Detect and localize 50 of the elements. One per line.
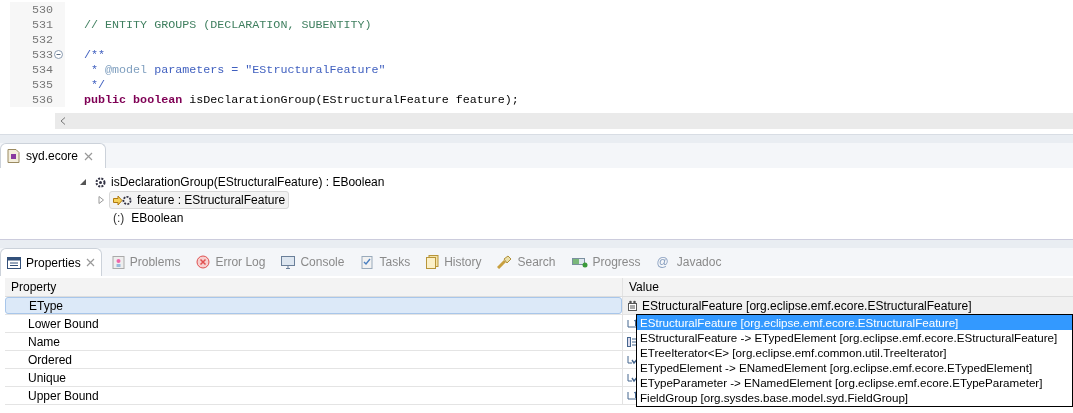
collapsed-arrow-icon[interactable]	[97, 196, 105, 204]
collapse-icon[interactable]	[53, 50, 63, 59]
property-name: EType	[29, 298, 64, 313]
code-line: public boolean isDeclarationGroup(EStructuralFeature feature);	[84, 92, 519, 107]
dropdown-option[interactable]: FieldGroup [org.sysdes.base.model.syd.FieldGroup]	[637, 390, 1072, 405]
tree-item[interactable]: feature : EStructuralFeature	[109, 191, 290, 209]
line-number: 536	[31, 92, 53, 107]
property-name: Upper Bound	[28, 388, 99, 403]
dropdown-option[interactable]: EStructuralFeature -> ETypedElement [org.eclipse.emf.ecore.EStructuralFeature]	[637, 330, 1072, 345]
scroll-left-icon[interactable]	[60, 117, 66, 125]
property-name: Ordered	[28, 352, 73, 367]
progress-icon	[571, 256, 588, 268]
table-icon	[7, 256, 21, 269]
code-line: // ENTITY GROUPS (DECLARATION, SUBENTITY)	[84, 17, 372, 32]
tree-item[interactable]: isDeclarationGroup(EStructuralFeature) : EBoolean	[91, 173, 389, 191]
code-line: */	[90, 77, 106, 92]
checklist-icon	[360, 255, 375, 269]
at-sign-icon: @	[656, 255, 669, 269]
line-number: 530	[31, 2, 53, 17]
line-number: 533	[31, 47, 53, 62]
code-line: * @model parameters = "EStructuralFeature"	[90, 62, 386, 77]
clipboard-icon	[111, 255, 125, 269]
expanded-arrow-icon[interactable]	[79, 178, 87, 186]
property-name: Lower Bound	[28, 316, 99, 331]
editor-tab[interactable]: syd.ecore	[0, 143, 107, 168]
property-value: EStructuralFeature [org.eclipse.emf.ecore.EStructuralFeature]	[642, 298, 972, 313]
close-icon[interactable]	[85, 258, 95, 267]
tree-item[interactable]: (:) EBoolean	[109, 209, 188, 227]
line-number: 534	[31, 62, 53, 77]
property-name: Name	[28, 334, 60, 349]
code-line: /**	[84, 47, 106, 62]
monitor-icon	[281, 255, 296, 269]
type-icon	[627, 300, 638, 311]
view-tab[interactable]: Properties	[0, 248, 102, 276]
line-number: 532	[31, 32, 53, 47]
file-icon	[7, 149, 20, 163]
line-number: 531	[31, 17, 53, 32]
column-header[interactable]: Property	[5, 278, 622, 296]
type-dropdown-list[interactable]	[636, 314, 1073, 407]
column-header[interactable]: Value	[622, 278, 1073, 296]
horizontal-scrollbar[interactable]	[55, 113, 1073, 129]
document-icon	[426, 255, 440, 269]
flashlight-icon	[497, 255, 513, 269]
arrow-gear-icon	[113, 194, 132, 206]
close-icon[interactable]	[84, 151, 94, 161]
line-number: 535	[31, 77, 53, 92]
dropdown-option[interactable]: ETypeParameter -> ENamedElement [org.eclipse.emf.ecore.ETypeParameter]	[637, 375, 1072, 390]
property-name: Unique	[28, 370, 67, 385]
gear-icon	[95, 176, 106, 188]
error-icon	[196, 255, 211, 269]
